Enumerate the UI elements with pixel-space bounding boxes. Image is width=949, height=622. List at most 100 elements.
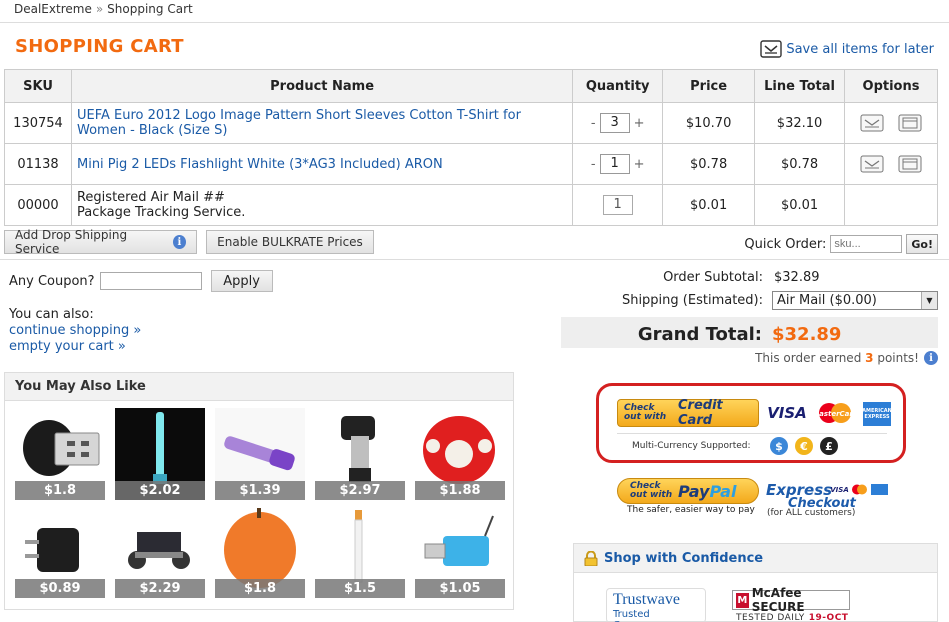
save-for-later-icon[interactable] [860,114,884,132]
coupon-form: Any Coupon? Apply [9,270,273,292]
quick-order-input[interactable] [830,235,903,253]
trustwave-name: Trustwave [613,591,680,608]
trustwave-sub: Trusted Commerce [613,609,667,622]
continue-shopping-link[interactable]: continue shopping » [9,323,141,339]
qty-increase-button[interactable]: + [634,116,645,131]
product-price: $2.02 [115,481,205,500]
checkout-paypal-button[interactable]: Check out with Pay Pal [617,478,759,504]
product-tile[interactable]: $1.8 [215,506,305,598]
shop-with-confidence: Shop with Confidence Trustwave Trusted C… [573,543,938,622]
info-icon[interactable]: i [172,235,186,249]
quantity-input[interactable]: 1 [599,154,630,174]
product-tile[interactable]: $0.89 [15,506,105,598]
qty-decrease-button[interactable]: - [591,157,596,172]
product-tile[interactable]: $1.5 [315,506,405,598]
breadcrumb-current: Shopping Cart [107,2,193,16]
you-may-also-like: You May Also Like $1.8 $2.02 $1.39 $2.97… [4,372,514,610]
cart-header-row: SKU Product Name Quantity Price Line Tot… [4,69,938,103]
divider [0,259,949,260]
cell-price: $10.70 [662,102,756,144]
mini-mastercard-logo [851,484,868,495]
euro-icon: € [795,437,813,455]
empty-cart-link[interactable]: empty your cart » [9,339,141,355]
mcafee-badge[interactable]: M McAfee SECURE TESTED DAILY 19-OCT [732,586,850,622]
express-subtext: (for ALL customers) [767,508,856,518]
save-all-link[interactable]: Save all items for later [786,42,934,57]
cc-big-label: Credit Card [678,398,723,428]
chevron-down-icon: ▼ [921,292,937,309]
col-header-product-name: Product Name [70,69,574,103]
points-suffix: points! [877,351,919,365]
page-title: SHOPPING CART [15,36,184,57]
product-price: $1.39 [215,481,305,500]
mcafee-date: 19-OCT [808,613,849,622]
product-tile[interactable]: $2.29 [115,506,205,598]
product-tile[interactable]: $2.02 [115,408,205,500]
subtotal-label: Order Subtotal: [663,270,763,285]
trustwave-badge[interactable]: Trustwave Trusted Commerce [606,588,706,622]
qty-increase-button[interactable]: + [634,157,645,172]
table-row: 01138 Mini Pig 2 LEDs Flashlight White (… [4,143,938,185]
shipping-service-desc: Package Tracking Service. [76,205,246,220]
cell-options [844,102,938,144]
qty-decrease-button[interactable]: - [591,116,596,131]
apply-coupon-button[interactable]: Apply [210,270,273,292]
cell-line-total: $32.10 [754,102,846,144]
credit-card-checkout-box: Check out with Credit Card VISA MasterCa… [596,383,906,463]
cell-quantity: 1 [572,184,664,226]
pound-icon: £ [820,437,838,455]
table-row: 130754 UEFA Euro 2012 Logo Image Pattern… [4,102,938,144]
amex-logo: AMERICAN EXPRESS [862,402,892,426]
points-value: 3 [865,351,874,365]
product-link[interactable]: UEFA Euro 2012 Logo Image Pattern Short … [77,108,567,138]
cell-options [844,184,938,226]
cell-product-name: Mini Pig 2 LEDs Flashlight White (3*AG3 … [70,143,574,185]
grand-total-value: $32.89 [772,324,842,345]
cell-product-name: Registered Air Mail ## Package Tracking … [70,184,574,226]
product-price: $2.29 [115,579,205,598]
save-all-for-later[interactable]: Save all items for later [760,40,934,58]
divider [0,22,949,23]
quantity-input[interactable]: 3 [599,113,630,133]
mcafee-name: McAfee SECURE [751,586,805,614]
quick-order: Quick Order: Go! [744,234,938,254]
product-tile[interactable]: $1.88 [415,408,505,500]
paypal-pay: Pay [678,481,710,501]
cell-options [844,143,938,185]
col-header-line-total: Line Total [754,69,846,103]
multi-currency-label: Multi-Currency Supported: [632,441,751,451]
quick-order-label: Quick Order: [744,236,827,252]
save-later-icon [760,40,783,58]
cell-price: $0.01 [662,184,756,226]
product-price: $1.88 [415,481,505,500]
cell-sku: 00000 [4,184,72,226]
add-drop-shipping-button[interactable]: Add Drop Shipping Service i [4,228,197,256]
product-tile[interactable]: $1.8 [15,408,105,500]
lock-icon [584,550,598,566]
points-earned: This order earned 3 points! i [755,351,938,365]
product-tile[interactable]: $1.39 [215,408,305,500]
product-price: $2.97 [315,481,405,500]
dollar-icon: $ [770,437,788,455]
save-for-later-icon[interactable] [860,155,884,173]
checkout-credit-card-button[interactable]: Check out with Credit Card [617,398,759,428]
remove-item-icon[interactable] [898,155,922,173]
also-label: You can also: [9,307,94,322]
coupon-input[interactable] [99,272,202,290]
info-icon[interactable]: i [924,351,938,365]
enable-bulkrate-button[interactable]: Enable BULKRATE Prices [206,230,374,254]
cell-product-name: UEFA Euro 2012 Logo Image Pattern Short … [70,102,574,144]
shipping-select-value: Air Mail ($0.00) [777,293,877,308]
cart-table: SKU Product Name Quantity Price Line Tot… [4,69,938,226]
shipping-select[interactable]: Air Mail ($0.00) ▼ [772,291,938,310]
product-tile[interactable]: $2.97 [315,408,405,500]
quick-order-go-button[interactable]: Go! [906,234,938,254]
product-link[interactable]: Mini Pig 2 LEDs Flashlight White (3*AG3 … [77,157,443,172]
remove-item-icon[interactable] [898,114,922,132]
product-tile[interactable]: $1.05 [415,506,505,598]
breadcrumb-home-link[interactable]: DealExtreme [14,2,92,16]
add-drop-shipping-label: Add Drop Shipping Service [15,228,128,256]
cell-quantity: - 3 + [572,102,664,144]
mastercard-logo: MasterCard [815,402,855,424]
cell-sku: 01138 [4,143,72,185]
